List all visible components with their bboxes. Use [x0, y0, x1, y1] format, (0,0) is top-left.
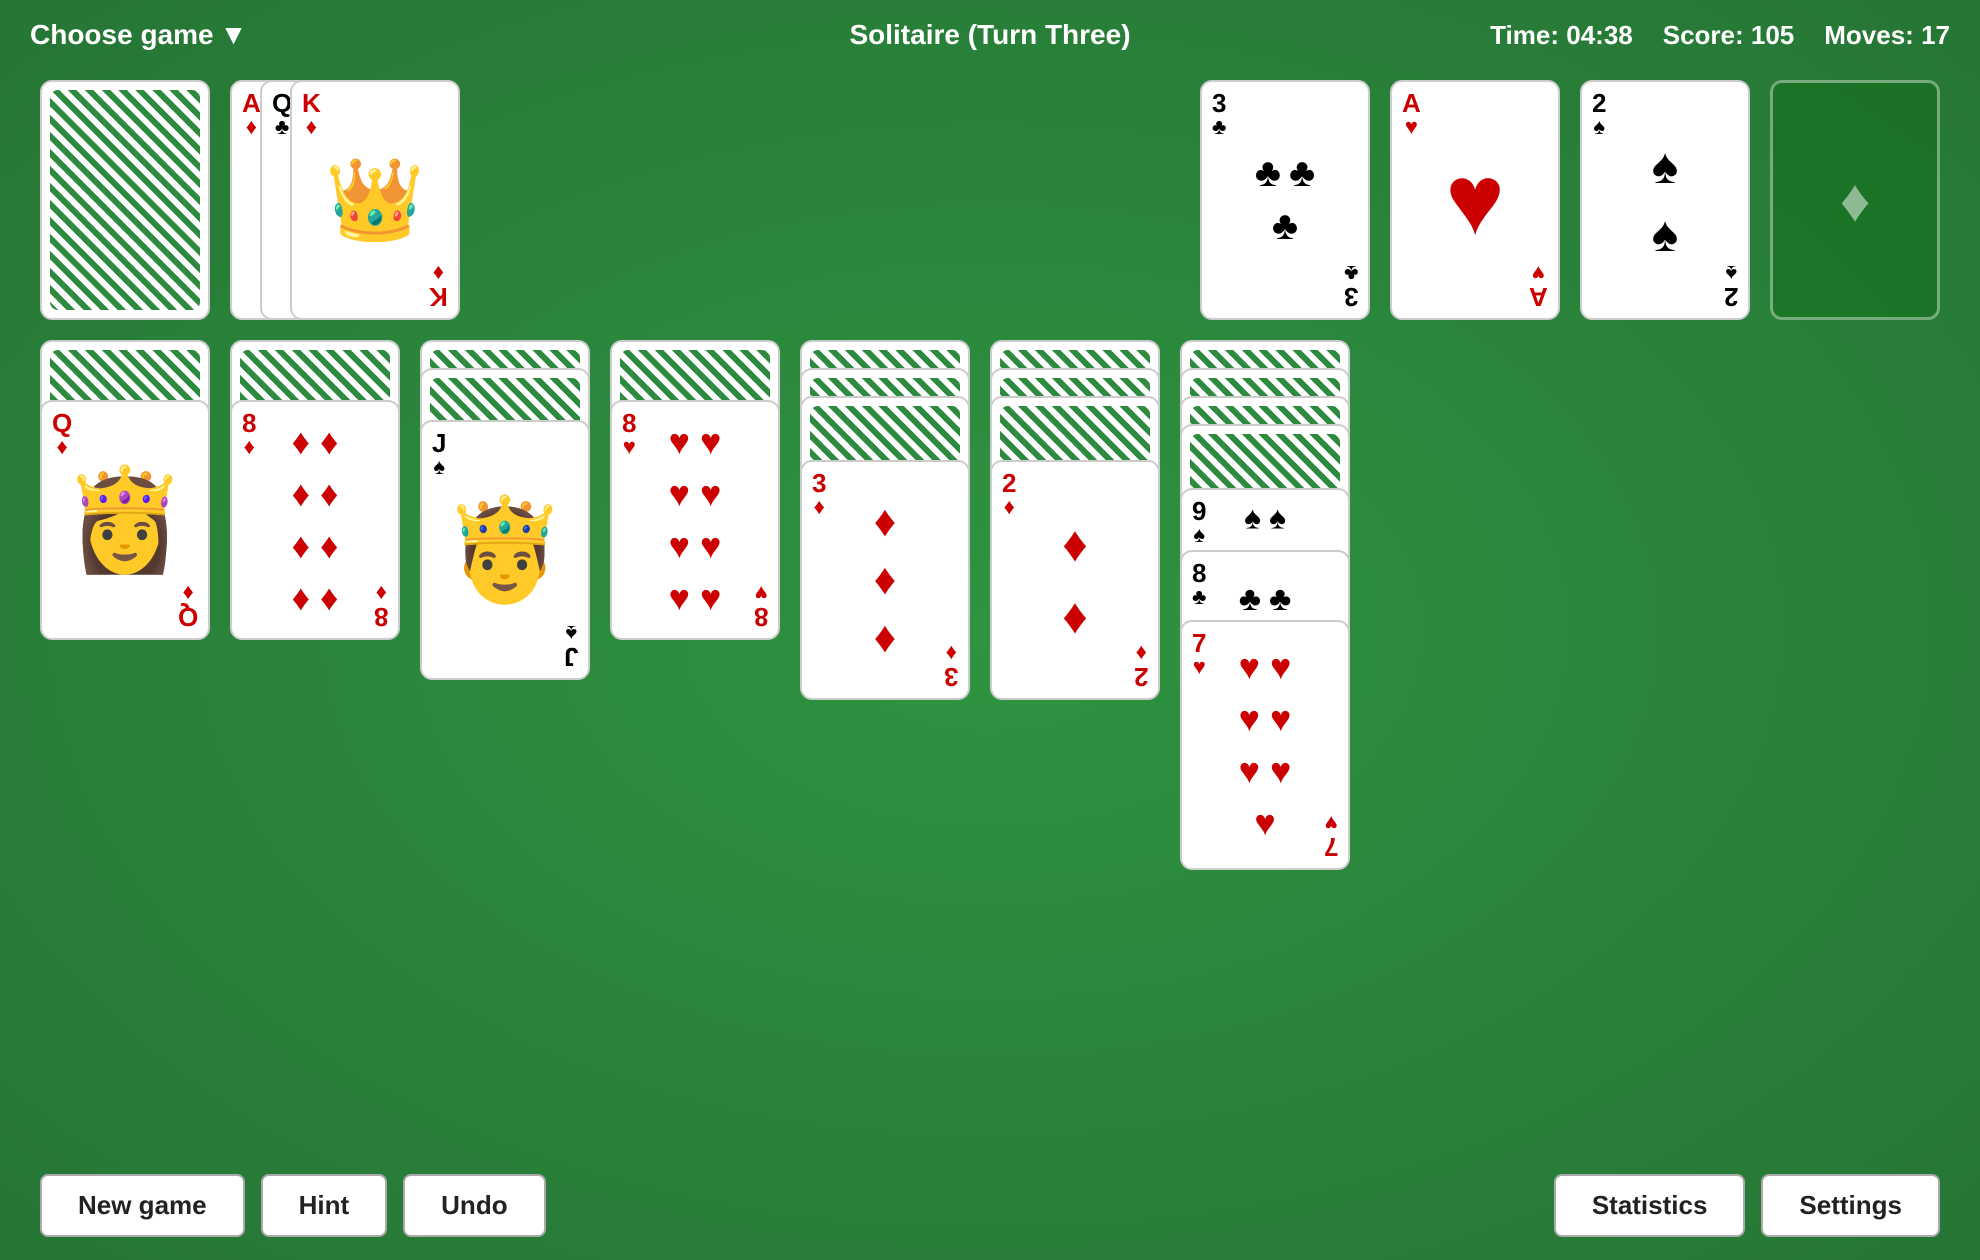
waste-card-king-diamonds[interactable]: K♦ K♦ 👑 [290, 80, 460, 320]
tableau-col4-eight-hearts[interactable]: 8♥ 8♥ ♥♥ ♥♥ ♥♥ ♥♥ [610, 400, 780, 640]
tableau-col1-queen-diamonds[interactable]: Q♦ Q♦ 👸 [40, 400, 210, 640]
tableau-col-2: 8♦ 8♦ ♦♦ ♦♦ ♦♦ ♦♦ [230, 340, 400, 820]
tableau-col-1: Q♦ Q♦ 👸 [40, 340, 210, 820]
choose-game-button[interactable]: Choose game ▼ [30, 19, 247, 51]
top-row: A♦ A♦ ♦ Q♣ Q♣ 👸 K♦ K♦ 👑 3♣ 3♣ ♣♣ [40, 80, 1940, 320]
statistics-button[interactable]: Statistics [1554, 1174, 1746, 1237]
foundation-diamonds-empty[interactable]: ♦ [1770, 80, 1940, 320]
tableau-col-5: 3♦ 3♦ ♦ ♦ ♦ [800, 340, 970, 940]
game-area: A♦ A♦ ♦ Q♣ Q♣ 👸 K♦ K♦ 👑 3♣ 3♣ ♣♣ [0, 70, 1980, 1150]
foundation-spades[interactable]: 2♠ 2♠ ♠♠ [1580, 80, 1750, 320]
footer-left-buttons: New game Hint Undo [40, 1174, 546, 1237]
tableau-col7-seven-hearts[interactable]: 7♥ 7♥ ♥♥ ♥♥ ♥♥ ♥ [1180, 620, 1350, 870]
tableau-col-7: 9♠ 9♠ ♠♠♠♠♠♠♠♠ ♠ 8♣ 8♣ ♣♣♣♣♣♣♣♣ 7♥ 7♥ [1180, 340, 1350, 1100]
game-title: Solitaire (Turn Three) [849, 19, 1130, 51]
stats-area: Time: 04:38 Score: 105 Moves: 17 [1490, 20, 1950, 51]
tableau-row: Q♦ Q♦ 👸 8♦ 8♦ ♦♦ ♦♦ ♦♦ ♦♦ [40, 340, 1940, 1100]
hint-button[interactable]: Hint [261, 1174, 388, 1237]
new-game-button[interactable]: New game [40, 1174, 245, 1237]
tableau-col5-three-diamonds[interactable]: 3♦ 3♦ ♦ ♦ ♦ [800, 460, 970, 700]
stock-pile[interactable] [40, 80, 210, 320]
footer: New game Hint Undo Statistics Settings [0, 1150, 1980, 1260]
foundation-clubs[interactable]: 3♣ 3♣ ♣♣ ♣ [1200, 80, 1370, 320]
foundation-hearts[interactable]: A♥ A♥ ♥ [1390, 80, 1560, 320]
score-display: Score: 105 [1663, 20, 1795, 51]
footer-right-buttons: Statistics Settings [1554, 1174, 1940, 1237]
undo-button[interactable]: Undo [403, 1174, 545, 1237]
time-display: Time: 04:38 [1490, 20, 1633, 51]
tableau-col3-jack-spades[interactable]: J♠ J♠ 🤴 [420, 420, 590, 680]
tableau-col-4: 8♥ 8♥ ♥♥ ♥♥ ♥♥ ♥♥ [610, 340, 780, 820]
tableau-col6-two-diamonds[interactable]: 2♦ 2♦ ♦ ♦ [990, 460, 1160, 700]
tableau-col-6: 2♦ 2♦ ♦ ♦ [990, 340, 1160, 940]
choose-game-label: Choose game [30, 19, 214, 51]
header: Choose game ▼ Solitaire (Turn Three) Tim… [0, 0, 1980, 70]
settings-button[interactable]: Settings [1761, 1174, 1940, 1237]
waste-pile[interactable]: A♦ A♦ ♦ Q♣ Q♣ 👸 K♦ K♦ 👑 [230, 80, 440, 320]
tableau-col-3: J♠ J♠ 🤴 [420, 340, 590, 860]
moves-display: Moves: 17 [1824, 20, 1950, 51]
tableau-col2-eight-diamonds[interactable]: 8♦ 8♦ ♦♦ ♦♦ ♦♦ ♦♦ [230, 400, 400, 640]
dropdown-arrow-icon: ▼ [220, 19, 248, 51]
